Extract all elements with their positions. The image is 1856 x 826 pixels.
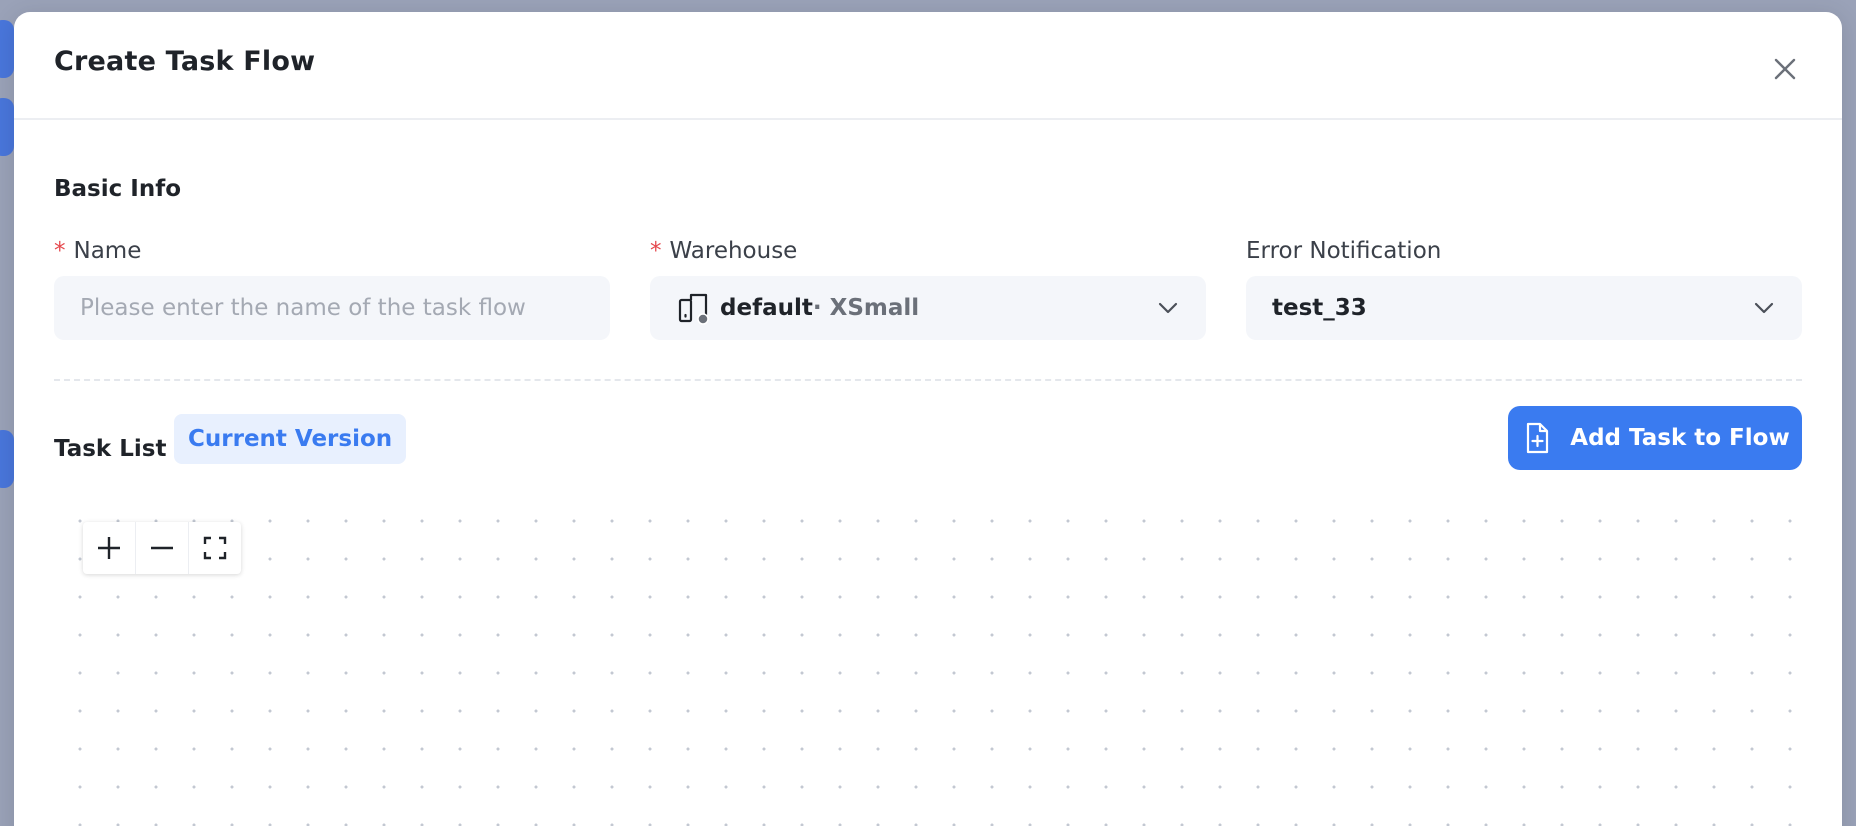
section-divider (54, 379, 1802, 381)
zoom-out-button[interactable] (136, 522, 189, 574)
required-mark: * (54, 238, 66, 264)
plus-icon (98, 537, 120, 559)
add-file-icon (1527, 422, 1549, 454)
current-version-badge[interactable]: Current Version (174, 414, 407, 464)
flow-canvas[interactable] (54, 492, 1802, 826)
error-notification-label: Error Notification (1246, 238, 1442, 264)
chevron-down-icon (1754, 302, 1774, 314)
warehouse-name: default (720, 295, 813, 321)
warehouse-icon (678, 293, 709, 325)
warehouse-label-text: Warehouse (669, 238, 798, 264)
warehouse-label: * Warehouse (650, 238, 797, 264)
minus-icon (151, 546, 173, 550)
section-title-basic-info: Basic Info (54, 176, 182, 202)
error-notification-value: test_33 (1272, 295, 1367, 321)
name-input-wrapper (54, 276, 610, 340)
close-icon (1774, 58, 1796, 80)
warehouse-value: default· XSmall (720, 295, 1156, 321)
add-task-to-flow-label: Add Task to Flow (1570, 425, 1790, 451)
required-mark: * (650, 238, 662, 264)
background-element (0, 20, 14, 78)
dialog-header: Create Task Flow (14, 12, 1842, 120)
chevron-down-icon (1158, 302, 1178, 314)
warehouse-size: · XSmall (812, 295, 920, 321)
name-label-text: Name (73, 238, 142, 264)
create-task-flow-dialog: Create Task Flow Basic Info * Name * Wareh… (14, 12, 1842, 826)
name-input[interactable] (80, 295, 584, 321)
warehouse-select[interactable]: default· XSmall (650, 276, 1206, 340)
zoom-in-button[interactable] (83, 522, 136, 574)
dialog-title: Create Task Flow (54, 46, 316, 77)
error-notification-select[interactable]: test_33 (1246, 276, 1802, 340)
background-element (0, 430, 14, 488)
task-list-label: Task List (54, 436, 167, 462)
close-button[interactable] (1770, 54, 1800, 84)
fit-view-button[interactable] (189, 522, 241, 574)
background-element (0, 98, 14, 156)
canvas-zoom-controls (83, 522, 241, 574)
add-task-to-flow-button[interactable]: Add Task to Flow (1508, 406, 1802, 470)
fullscreen-icon (203, 536, 227, 560)
name-label: * Name (54, 238, 141, 264)
